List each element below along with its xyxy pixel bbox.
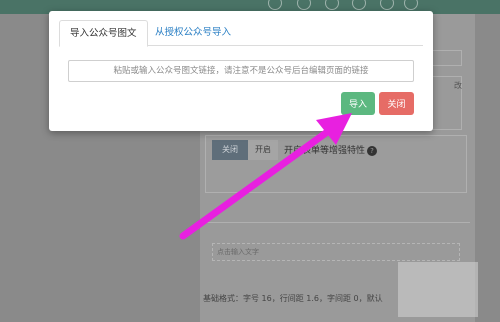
import-button[interactable]: 导入 xyxy=(341,92,375,115)
feature-text: 开启表单等增强特性 xyxy=(284,146,366,156)
import-article-modal: 导入公众号图文 从授权公众号导入 导入 关闭 xyxy=(49,11,433,131)
article-url-input[interactable] xyxy=(68,60,414,82)
side-field xyxy=(432,50,462,66)
modal-tabs: 导入公众号图文 从授权公众号导入 xyxy=(59,20,423,47)
toolbar-icon[interactable] xyxy=(404,0,418,10)
tab-import-article[interactable]: 导入公众号图文 xyxy=(59,20,148,47)
close-button[interactable]: 关闭 xyxy=(379,92,414,115)
toolbar-icon[interactable] xyxy=(325,0,339,10)
question-circle-icon[interactable]: ? xyxy=(367,145,378,156)
toolbar-icon[interactable] xyxy=(352,0,366,10)
toolbar-icon[interactable] xyxy=(297,0,311,10)
toggle-off-button[interactable]: 关闭 xyxy=(212,140,248,160)
feature-toggle-label: 开启表单等增强特性? xyxy=(284,143,378,156)
toolbar-icon[interactable] xyxy=(268,0,282,10)
toggle-on-button[interactable]: 开启 xyxy=(248,140,278,160)
toolbar-icon[interactable] xyxy=(380,0,394,10)
side-text: 改 xyxy=(454,81,462,90)
footer-format-text: 基础格式：字号 16，行间距 1.6，字间距 0，默认 xyxy=(203,294,383,303)
watermark xyxy=(398,262,478,317)
tab-import-authorized[interactable]: 从授权公众号导入 xyxy=(145,20,241,47)
divider xyxy=(205,222,470,223)
text-input-area[interactable]: 点击输入文字 xyxy=(212,243,460,261)
